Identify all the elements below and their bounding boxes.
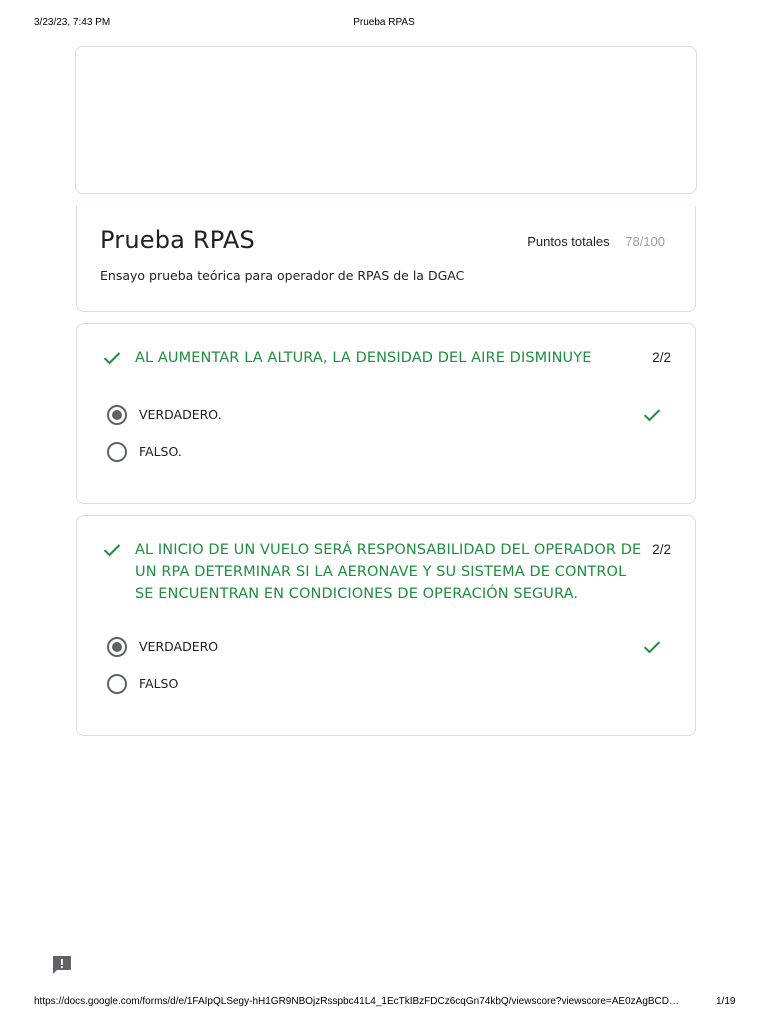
- report-problem-icon[interactable]: [51, 955, 72, 975]
- total-score: Puntos totales 78/100: [527, 234, 665, 249]
- check-icon: [643, 409, 661, 422]
- question-card-1: AL AUMENTAR LA ALTURA, LA DENSIDAD DEL A…: [76, 323, 696, 504]
- check-icon: [103, 352, 121, 365]
- question-text: AL AUMENTAR LA ALTURA, LA DENSIDAD DEL A…: [135, 350, 592, 366]
- check-icon: [103, 544, 121, 557]
- question-text: AL INICIO DE UN VUELO SERÁ RESPONSABILID…: [135, 542, 642, 602]
- question-points: 2/2: [652, 350, 671, 365]
- option-verdadero[interactable]: VERDADERO.: [107, 405, 667, 425]
- option-label: FALSO.: [139, 444, 182, 459]
- print-page-title: Prueba RPAS: [353, 17, 415, 28]
- radio-unselected[interactable]: [107, 442, 127, 462]
- option-label: VERDADERO.: [139, 407, 222, 422]
- radio-selected[interactable]: [107, 637, 127, 657]
- option-label: VERDADERO: [139, 639, 219, 654]
- form-title: Prueba RPAS: [100, 226, 255, 254]
- option-verdadero[interactable]: VERDADERO: [107, 637, 667, 657]
- question-points: 2/2: [652, 542, 671, 557]
- option-falso[interactable]: FALSO.: [107, 442, 667, 462]
- print-header: 3/23/23, 7:43 PM Prueba RPAS: [0, 17, 768, 31]
- form-header-card: Prueba RPAS Puntos totales 78/100 Ensayo…: [76, 206, 696, 312]
- score-label: Puntos totales: [527, 234, 610, 249]
- score-value: 78/100: [625, 234, 665, 249]
- option-falso[interactable]: FALSO: [107, 674, 667, 694]
- page-indicator: 1/19: [716, 996, 736, 1007]
- form-description: Ensayo prueba teórica para operador de R…: [100, 268, 465, 283]
- option-label: FALSO: [139, 676, 179, 691]
- page-url: https://docs.google.com/forms/d/e/1FAIpQ…: [34, 996, 679, 1007]
- page: 3/23/23, 7:43 PM Prueba RPAS Prueba RPAS…: [0, 0, 768, 1024]
- check-icon: [643, 641, 661, 654]
- radio-unselected[interactable]: [107, 674, 127, 694]
- form-banner: [75, 46, 697, 194]
- radio-selected[interactable]: [107, 405, 127, 425]
- question-card-2: AL INICIO DE UN VUELO SERÁ RESPONSABILID…: [76, 515, 696, 736]
